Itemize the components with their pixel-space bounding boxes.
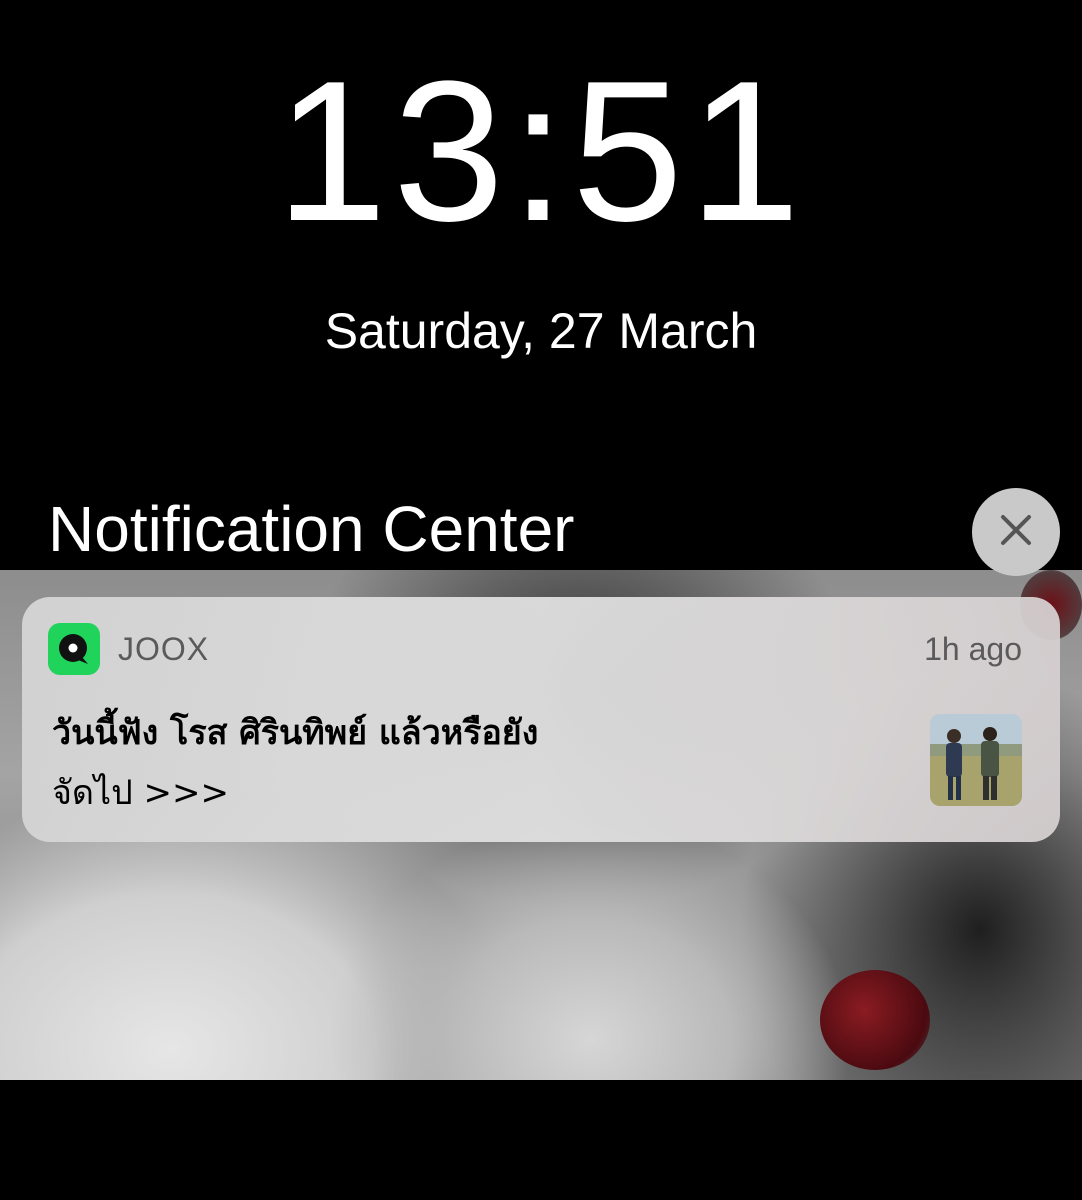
notification-card[interactable]: JOOX 1h ago วันนี้ฟัง โรส ศิรินทิพย์ แล้…: [22, 597, 1060, 842]
lock-date: Saturday, 27 March: [324, 303, 758, 359]
notification-app-name: JOOX: [118, 631, 210, 667]
close-icon: [999, 513, 1033, 552]
notification-center-title: Notification Center: [48, 493, 575, 565]
notification-title: วันนี้ฟัง โรส ศิรินทิพย์ แล้วหรือยัง: [52, 713, 539, 753]
notification-body: จัดไป >>>: [52, 773, 229, 813]
lock-clock: 13:51: [275, 40, 807, 263]
clear-notifications-button[interactable]: [972, 488, 1060, 576]
notification-timestamp: 1h ago: [924, 631, 1022, 667]
album-thumbnail: [930, 714, 1022, 806]
wallpaper-rose: [820, 970, 930, 1070]
joox-icon: [48, 623, 100, 675]
